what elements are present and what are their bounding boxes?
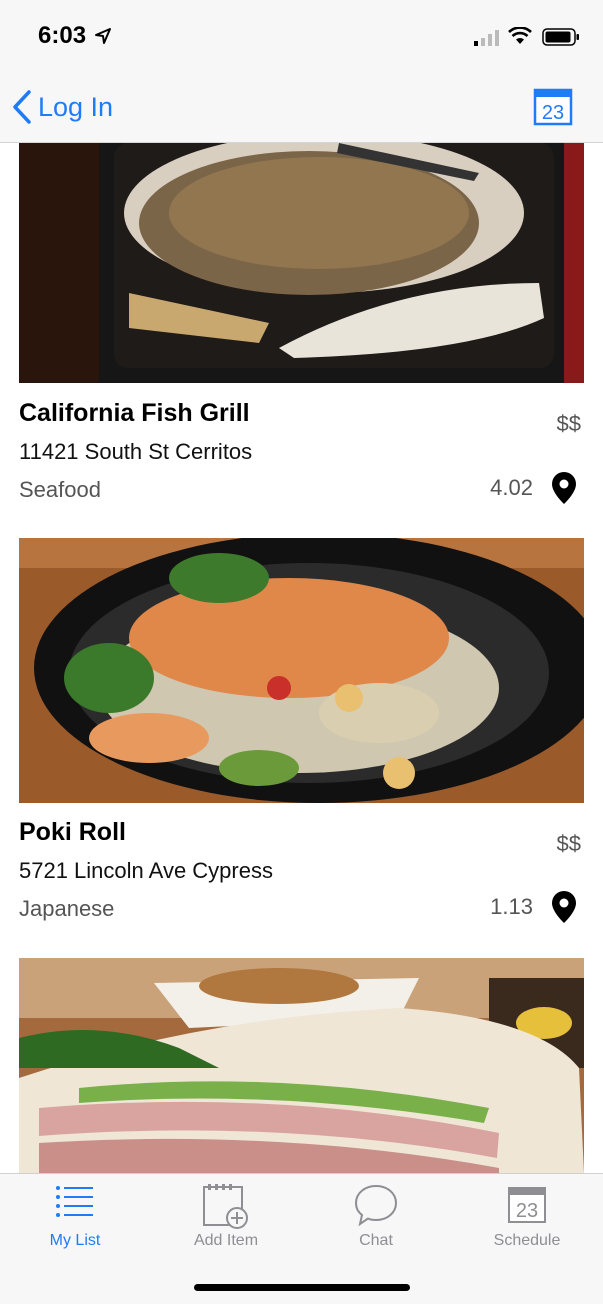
- food-photo-sandwich: [19, 958, 584, 1173]
- restaurant-name: California Fish Grill: [19, 399, 250, 427]
- back-button-label: Log In: [38, 91, 114, 122]
- tab-label: My List: [49, 1232, 101, 1249]
- restaurant-address: 5721 Lincoln Ave Cypress: [19, 858, 273, 883]
- screen: 6:03 Log In 23 California Fish Grill $$ …: [0, 0, 603, 1304]
- list-item[interactable]: Poki Roll $$ 5721 Lincoln Ave Cypress Ja…: [0, 538, 603, 958]
- location-arrow-icon: [95, 28, 111, 44]
- schedule-calendar-day: 23: [516, 1200, 538, 1222]
- tab-schedule[interactable]: 23 Schedule: [452, 1174, 602, 1264]
- restaurant-category: Japanese: [19, 896, 115, 921]
- map-pin-icon[interactable]: [551, 471, 577, 505]
- tab-label: Schedule: [493, 1232, 561, 1249]
- tab-label: Chat: [359, 1232, 393, 1249]
- calendar-day: 23: [542, 102, 564, 124]
- price-level: $$: [556, 831, 581, 856]
- add-item-icon: [203, 1184, 248, 1229]
- back-button[interactable]: Log In: [12, 88, 113, 126]
- tab-chat[interactable]: Chat: [301, 1174, 451, 1264]
- calendar-icon[interactable]: 23: [533, 86, 573, 126]
- tab-label: Add Item: [193, 1232, 259, 1249]
- cellular-signal-icon: [474, 30, 499, 46]
- calendar-icon: 23: [508, 1187, 546, 1223]
- battery-icon: [542, 28, 579, 46]
- list-icon: [56, 1186, 93, 1217]
- list-item[interactable]: [0, 958, 603, 1173]
- food-photo-grilled-fish: [19, 143, 584, 383]
- restaurant-list: California Fish Grill $$ 11421 South St …: [0, 143, 603, 1173]
- status-time: 6:03: [38, 22, 87, 49]
- price-level: $$: [556, 411, 581, 436]
- navigation-bar: Log In 23: [0, 72, 603, 143]
- wifi-icon: [508, 27, 532, 44]
- tab-my-list[interactable]: My List: [0, 1174, 150, 1264]
- food-photo-poke-bowl: [19, 538, 584, 803]
- restaurant-category: Seafood: [19, 477, 101, 502]
- distance: 1.13: [490, 894, 533, 919]
- distance: 4.02: [490, 475, 533, 500]
- home-indicator[interactable]: [194, 1284, 410, 1291]
- status-bar: 6:03: [0, 0, 603, 72]
- chat-icon: [354, 1184, 398, 1226]
- list-item[interactable]: California Fish Grill $$ 11421 South St …: [0, 143, 603, 538]
- restaurant-address: 11421 South St Cerritos: [19, 439, 253, 464]
- chevron-left-icon: [13, 90, 31, 124]
- restaurant-name: Poki Roll: [19, 818, 126, 846]
- tab-add-item[interactable]: Add Item: [151, 1174, 301, 1264]
- map-pin-icon[interactable]: [551, 890, 577, 924]
